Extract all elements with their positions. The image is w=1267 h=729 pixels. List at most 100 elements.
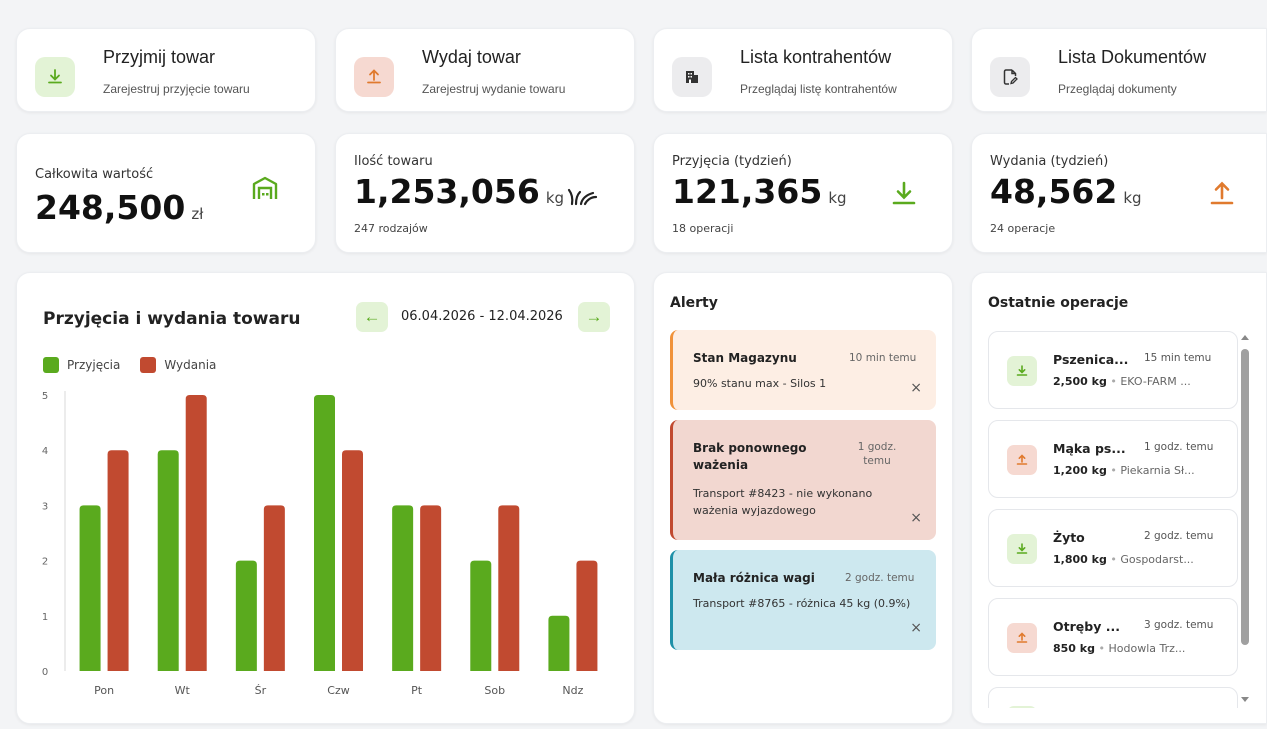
document-edit-icon — [990, 57, 1030, 97]
legend-item: Przyjęcia — [43, 357, 120, 373]
operation-time: 2 godz. temu — [1144, 530, 1214, 542]
alert-time: 10 min temu — [849, 352, 917, 364]
alert-item[interactable]: Brak ponownego ważenia 1 godz. temu Tran… — [670, 420, 936, 540]
quick-action-subtitle: Zarejestruj wydanie towaru — [422, 82, 566, 96]
bar-przyjecia — [314, 395, 335, 671]
stat-value: 121,365 kg — [672, 172, 847, 211]
stat-value: 1,253,056 kg — [354, 172, 565, 211]
stat-label: Przyjęcia (tydzień) — [672, 154, 792, 169]
quick-action-title: Wydaj towar — [422, 47, 521, 67]
operation-details: 1,800 kg • Gospodarst... — [1053, 553, 1194, 566]
legend-label: Przyjęcia — [67, 358, 121, 372]
download-icon — [35, 57, 75, 97]
grain-icon — [564, 178, 600, 214]
operation-name: Mąka ps... — [1053, 441, 1126, 456]
alert-title: Stan Magazynu — [693, 351, 797, 365]
quick-action-documents[interactable]: Lista Dokumentów Przeglądaj dokumenty — [971, 28, 1267, 112]
quick-action-contractors[interactable]: Lista kontrahentów Przeglądaj listę kont… — [653, 28, 953, 112]
y-tick-label: 5 — [42, 391, 48, 402]
x-tick-label: Sob — [484, 684, 505, 697]
operations-title: Ostatnie operacje — [988, 295, 1129, 311]
quick-action-issue[interactable]: Wydaj towar Zarejestruj wydanie towaru — [335, 28, 635, 112]
alert-message: Transport #8765 - różnica 45 kg (0.9%) — [693, 597, 911, 610]
scroll-up-arrow[interactable] — [1241, 335, 1249, 340]
arrow-right-icon: → — [585, 307, 603, 326]
bar-chart: 0 1 2 3 4 5 Pon Wt Śr Czw Pt Sob Ndz — [42, 391, 598, 697]
chart-title: Przyjęcia i wydania towaru — [43, 309, 301, 329]
alert-item[interactable]: Stan Magazynu 10 min temu 90% stanu max … — [670, 330, 936, 410]
upload-icon — [1204, 176, 1240, 212]
y-tick-label: 4 — [42, 446, 48, 457]
scroll-down-arrow[interactable] — [1241, 697, 1249, 702]
x-tick-label: Pon — [94, 684, 114, 697]
operation-details: 2,500 kg • EKO-FARM ... — [1053, 375, 1191, 388]
bar-przyjecia — [79, 505, 101, 671]
stat-weekly-issues: Wydania (tydzień) 48,562 kg 24 operacje — [971, 133, 1267, 253]
bar-wydania — [263, 505, 285, 671]
stat-subtext: 247 rodzajów — [354, 222, 428, 235]
operation-name: Pszenica... — [1053, 352, 1129, 367]
bar-wydania — [576, 560, 598, 671]
bar-przyjecia — [157, 450, 179, 671]
stat-subtext: 24 operacje — [990, 222, 1056, 235]
stat-value: 48,562 kg — [990, 172, 1142, 211]
quick-action-title: Przyjmij towar — [103, 47, 216, 67]
x-tick-label: Pt — [411, 684, 423, 697]
x-tick-label: Śr — [255, 684, 267, 697]
bar-przyjecia — [392, 505, 414, 671]
prev-week-button[interactable]: ← — [356, 302, 388, 332]
upload-icon — [1007, 623, 1037, 653]
bar-wydania — [498, 505, 520, 671]
stat-value: 248,500 zł — [35, 188, 204, 227]
alert-message: Transport #8423 - nie wykonano ważenia w… — [693, 487, 873, 517]
bar-wydania — [185, 395, 207, 671]
x-tick-label: Ndz — [562, 684, 583, 697]
list-item[interactable] — [988, 687, 1238, 708]
stat-subtext: 18 operacji — [672, 222, 734, 235]
alerts-title: Alerty — [670, 295, 718, 311]
legend-item: Wydania — [140, 357, 216, 373]
close-icon[interactable]: × — [910, 510, 922, 526]
scrollbar-thumb[interactable] — [1241, 349, 1249, 645]
quick-action-subtitle: Zarejestruj przyjęcie towaru — [103, 82, 250, 96]
upload-icon — [354, 57, 394, 97]
next-week-button[interactable]: → — [578, 302, 610, 332]
bar-przyjecia — [470, 560, 492, 671]
operation-details: 1,200 kg • Piekarnia Sł... — [1053, 464, 1195, 477]
bar-wydania — [420, 505, 442, 671]
legend-swatch — [43, 357, 59, 373]
bar-wydania — [107, 450, 129, 671]
alert-title: Brak ponownego ważenia — [693, 441, 807, 472]
alerts-panel: Alerty Stan Magazynu 10 min temu 90% sta… — [653, 272, 953, 724]
operation-time: 15 min temu — [1144, 352, 1212, 364]
chart-legend: Przyjęcia Wydania — [43, 357, 216, 373]
alert-time: 1 godz. temu — [857, 441, 897, 467]
bar-wydania — [342, 450, 363, 671]
operations-panel: Ostatnie operacje Pszenica... 15 min tem… — [971, 272, 1267, 724]
arrow-left-icon: ← — [363, 307, 381, 326]
x-tick-label: Wt — [175, 684, 191, 697]
download-icon — [1007, 534, 1037, 564]
date-range: 06.04.2026 - 12.04.2026 — [401, 309, 563, 324]
operation-time: 3 godz. temu — [1144, 619, 1214, 631]
alert-message: 90% stanu max - Silos 1 — [693, 377, 827, 390]
list-item[interactable]: Mąka ps... 1 godz. temu 1,200 kg • Pieka… — [988, 420, 1238, 498]
quick-action-subtitle: Przeglądaj listę kontrahentów — [740, 82, 897, 96]
y-tick-label: 0 — [42, 667, 48, 678]
quick-action-receive[interactable]: Przyjmij towar Zarejestruj przyjęcie tow… — [16, 28, 316, 112]
operation-name: Żyto — [1053, 530, 1085, 545]
list-item[interactable]: Otręby ... 3 godz. temu 850 kg • Hodowla… — [988, 598, 1238, 676]
list-item[interactable]: Żyto 2 godz. temu 1,800 kg • Gospodarst.… — [988, 509, 1238, 587]
warehouse-icon — [247, 170, 283, 206]
list-item[interactable]: Pszenica... 15 min temu 2,500 kg • EKO-F… — [988, 331, 1238, 409]
alert-title: Mała różnica wagi — [693, 571, 815, 585]
download-icon — [1007, 356, 1037, 386]
stat-goods-quantity: Ilość towaru 1,253,056 kg 247 rodzajów — [335, 133, 635, 253]
close-icon[interactable]: × — [910, 620, 922, 636]
alert-time: 2 godz. temu — [845, 572, 915, 584]
close-icon[interactable]: × — [910, 380, 922, 396]
bar-przyjecia — [235, 560, 257, 671]
scrollbar[interactable] — [1240, 335, 1250, 707]
alert-item[interactable]: Mała różnica wagi 2 godz. temu Transport… — [670, 550, 936, 650]
download-icon — [886, 176, 922, 212]
